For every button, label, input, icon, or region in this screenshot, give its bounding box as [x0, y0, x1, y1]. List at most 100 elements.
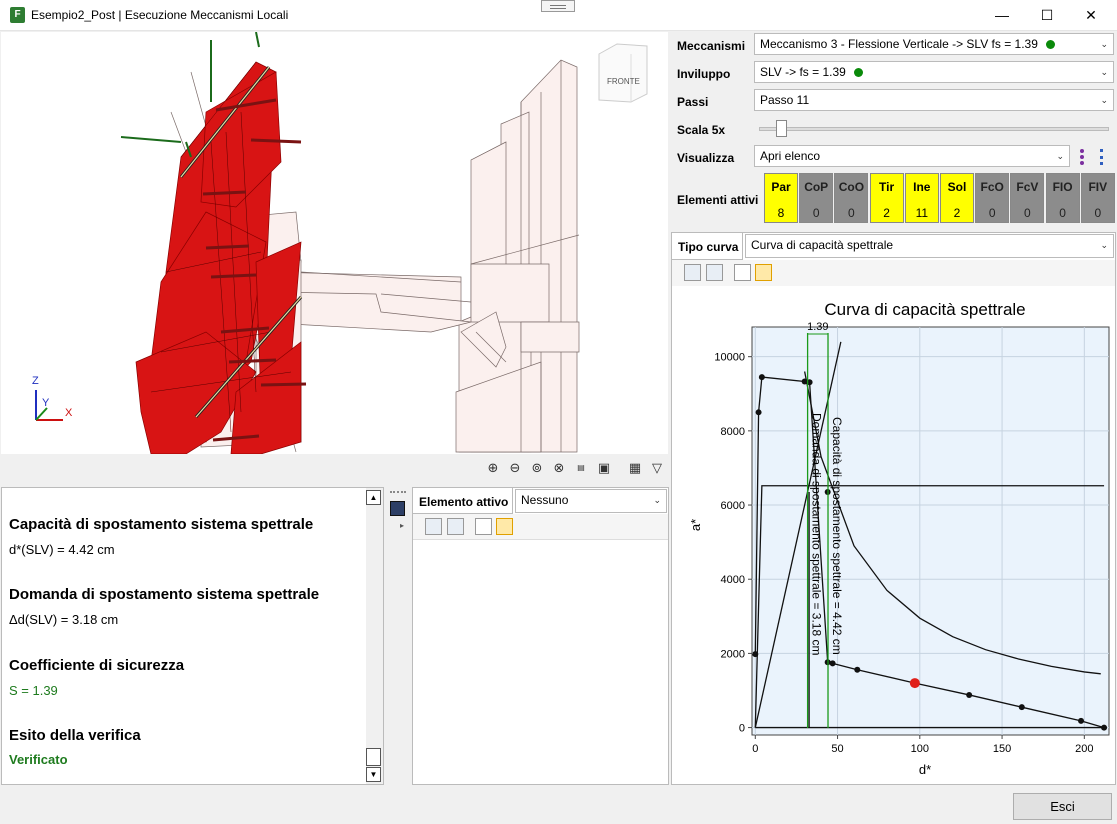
- visualizza-select[interactable]: Apri elenco ⌄: [754, 145, 1070, 167]
- zoom-out-icon[interactable]: ⊖: [506, 459, 524, 477]
- safety-factor-heading: Coefficiente di sicurezza: [9, 657, 185, 674]
- splitter-grip[interactable]: [390, 491, 406, 493]
- curve-point: [854, 666, 861, 673]
- fullscreen-icon[interactable]: [475, 518, 492, 535]
- element-cell-count: 2: [953, 206, 961, 220]
- tipo-curva-select[interactable]: Curva di capacità spettrale ⌄: [745, 234, 1114, 258]
- zoom-window-icon[interactable]: ⊗: [550, 459, 568, 477]
- active-element-label: Elemento attivo: [413, 488, 513, 514]
- drag-handle[interactable]: [541, 0, 575, 12]
- window-title: Esempio2_Post | Esecuzione Meccanismi Lo…: [31, 8, 289, 22]
- element-cell-tir[interactable]: Tir 2: [869, 173, 904, 223]
- zoom-in-icon[interactable]: ⊕: [484, 459, 502, 477]
- image-icon[interactable]: [706, 264, 723, 281]
- zoom-extents-icon[interactable]: ⊚: [528, 459, 546, 477]
- scala-slider-track[interactable]: [759, 127, 1109, 131]
- x-tick-label: 150: [993, 743, 1011, 755]
- save-icon[interactable]: [390, 501, 405, 516]
- inviluppo-select[interactable]: SLV -> fs = 1.39 ⌄: [754, 61, 1114, 83]
- tipo-curva-value: Curva di capacità spettrale: [751, 238, 894, 252]
- 3d-viewport[interactable]: FRONTE Z Y X: [1, 32, 668, 454]
- status-dot-icon: [1045, 40, 1055, 49]
- elementi-label: Elementi attivi: [677, 193, 759, 207]
- chevron-down-icon: ⌄: [1100, 240, 1108, 250]
- x-tick-label: 0: [752, 743, 758, 755]
- demand-heading: Domanda di spostamento sistema spettrale: [9, 586, 320, 603]
- x-tick-label: 200: [1075, 743, 1093, 755]
- chart-title: Curva di capacità spettrale: [824, 300, 1025, 319]
- demand-value: Δd(SLV) = 3.18 cm: [9, 612, 119, 627]
- export-dxf-icon[interactable]: ▤: [572, 459, 590, 477]
- export-icon[interactable]: [425, 518, 442, 535]
- fullscreen-icon[interactable]: [734, 264, 751, 281]
- element-cell-label: CoP: [804, 180, 829, 194]
- visualizza-value: Apri elenco: [760, 149, 821, 163]
- close-button[interactable]: ✕: [1068, 0, 1114, 31]
- list-icon[interactable]: [496, 518, 513, 535]
- factor-label: 1.39: [807, 321, 828, 333]
- active-element-select[interactable]: Nessuno ⌄: [515, 489, 667, 513]
- axis-z-label: Z: [32, 375, 39, 387]
- scroll-down-button[interactable]: ▼: [366, 767, 381, 782]
- filter-icon[interactable]: ▽: [648, 459, 666, 477]
- passi-label: Passi: [677, 95, 709, 109]
- active-element-toolbar: [413, 514, 668, 540]
- chevron-down-icon: ⌄: [1100, 95, 1108, 105]
- curve-point: [1101, 724, 1108, 731]
- element-cell-fcv[interactable]: FcV 0: [1010, 173, 1045, 223]
- capacity-curve-chart[interactable]: Curva di capacità spettrale 0 50 100 150 200…: [672, 287, 1115, 785]
- passi-select[interactable]: Passo 11 ⌄: [754, 89, 1114, 111]
- export-image-icon[interactable]: ▣: [595, 459, 613, 477]
- y-axis-label: a*: [688, 519, 703, 531]
- element-cell-count: 2: [883, 206, 890, 220]
- results-scrollbar[interactable]: ▲ ▼: [366, 488, 383, 784]
- scala-slider-thumb[interactable]: [776, 120, 787, 137]
- element-cell-sol[interactable]: Sol 2: [940, 173, 974, 223]
- options-dots-icon[interactable]: [1080, 149, 1084, 165]
- esci-button[interactable]: Esci: [1013, 793, 1112, 820]
- element-cell-fiv[interactable]: FIV 0: [1080, 173, 1115, 223]
- element-cell-par[interactable]: Par 8: [764, 173, 798, 223]
- performance-point: [909, 678, 920, 689]
- element-cell-cop[interactable]: CoP 0: [799, 173, 834, 223]
- expand-arrow-icon[interactable]: ▸: [400, 521, 404, 530]
- curve-point: [758, 374, 765, 381]
- image-icon[interactable]: [447, 518, 464, 535]
- y-tick-label: 4000: [721, 574, 745, 586]
- element-cell-label: Tir: [879, 180, 895, 194]
- element-cell-count: 0: [988, 206, 996, 220]
- element-cell-fco[interactable]: FcO 0: [975, 173, 1010, 223]
- mechanism-controls: Meccanismi Meccanismo 3 - Flessione Vert…: [671, 32, 1116, 228]
- chevron-down-icon: ⌄: [1100, 67, 1108, 77]
- active-element-panel: Elemento attivo Nessuno ⌄: [412, 487, 669, 785]
- x-axis-label: d*: [919, 762, 931, 777]
- visualizza-label: Visualizza: [677, 151, 735, 165]
- meccanismi-value: Meccanismo 3 - Flessione Verticale -> SL…: [760, 37, 1038, 51]
- element-cell-ine[interactable]: Ine 11: [904, 173, 939, 223]
- inviluppo-value: SLV -> fs = 1.39: [760, 65, 846, 79]
- minimize-button[interactable]: —: [979, 0, 1025, 31]
- curve-point: [966, 691, 973, 698]
- axis-y-label: Y: [42, 397, 50, 409]
- options-dots-alt-icon[interactable]: [1100, 149, 1104, 165]
- curve-point: [1078, 717, 1085, 724]
- export-icon[interactable]: [684, 264, 701, 281]
- element-cell-label: FcV: [1016, 180, 1039, 194]
- element-cell-fio[interactable]: FIO 0: [1045, 173, 1080, 223]
- meccanismi-label: Meccanismi: [677, 39, 746, 53]
- list-icon[interactable]: [755, 264, 772, 281]
- viewport-toolbar: ⊕ ⊖ ⊚ ⊗ ▤ ▣ ▦ ▽: [1, 455, 668, 482]
- outcome-value: Verificato: [9, 752, 68, 767]
- scroll-thumb[interactable]: [366, 748, 381, 766]
- safety-factor-value: S = 1.39: [9, 683, 58, 698]
- app-icon: F: [10, 7, 25, 23]
- element-cell-count: 8: [777, 206, 785, 220]
- element-cell-coo[interactable]: CoO 0: [834, 173, 869, 223]
- view-settings-icon[interactable]: ▦: [626, 459, 644, 477]
- meccanismi-select[interactable]: Meccanismo 3 - Flessione Verticale -> SL…: [754, 33, 1114, 55]
- navigation-cube[interactable]: FRONTE: [598, 43, 648, 103]
- y-tick-label: 2000: [721, 648, 745, 660]
- scroll-up-button[interactable]: ▲: [366, 490, 381, 505]
- maximize-button[interactable]: ☐: [1024, 0, 1070, 31]
- title-bar: F Esempio2_Post | Esecuzione Meccanismi …: [0, 0, 1117, 31]
